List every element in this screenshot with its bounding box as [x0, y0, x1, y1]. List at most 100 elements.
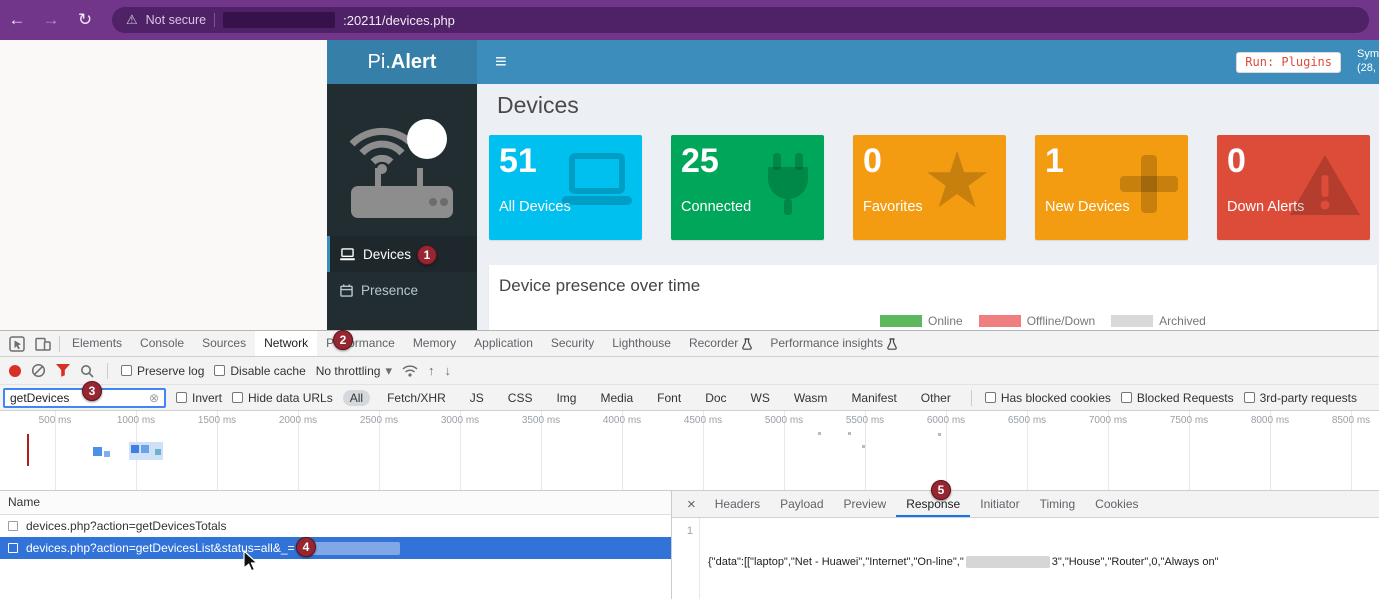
hide-data-urls-checkbox[interactable]: Hide data URLs [232, 391, 333, 405]
run-plugins-button[interactable]: Run: Plugins [1236, 52, 1341, 73]
checkbox-label: Blocked Requests [1137, 391, 1234, 405]
star-icon: ★ [922, 145, 992, 215]
tab-performance[interactable]: Performance [317, 331, 404, 356]
filter-pill-fetch-xhr[interactable]: Fetch/XHR [380, 390, 453, 406]
checkbox[interactable] [214, 365, 225, 376]
request-mark [93, 447, 102, 456]
filter-funnel-icon[interactable] [56, 364, 70, 377]
has-blocked-cookies-checkbox[interactable]: Has blocked cookies [985, 391, 1111, 405]
network-conditions-icon[interactable] [402, 365, 418, 377]
request-row-selected[interactable]: devices.php?action=getDevicesList&status… [0, 537, 671, 559]
detail-tab-headers[interactable]: Headers [705, 491, 770, 517]
filter-pill-manifest[interactable]: Manifest [844, 390, 903, 406]
tab-sources[interactable]: Sources [193, 331, 255, 356]
app-header: ≡ Run: Plugins Sym (28, [477, 40, 1379, 84]
request-mark [141, 445, 149, 453]
response-viewer[interactable]: 1 {"data":[["laptop","Net - Huawei","Int… [672, 518, 1379, 599]
filter-pill-font[interactable]: Font [650, 390, 688, 406]
tab-memory[interactable]: Memory [404, 331, 465, 356]
card-favorites[interactable]: 0 Favorites ★ [853, 135, 1006, 240]
clear-filter-icon[interactable]: ⊗ [149, 391, 159, 405]
tab-lighthouse[interactable]: Lighthouse [603, 331, 680, 356]
hamburger-menu-icon[interactable]: ≡ [495, 40, 507, 84]
detail-tab-timing[interactable]: Timing [1030, 491, 1086, 517]
tab-performance-insights[interactable]: Performance insights [761, 331, 906, 356]
tab-elements[interactable]: Elements [63, 331, 131, 356]
close-icon[interactable]: × [678, 496, 705, 513]
chevron-down-icon: ▾ [385, 363, 392, 379]
preserve-log-checkbox[interactable]: Preserve log [121, 364, 204, 378]
tab-network[interactable]: Network [255, 331, 317, 356]
detail-tab-cookies[interactable]: Cookies [1085, 491, 1148, 517]
checkbox[interactable] [985, 392, 996, 403]
app-content: Devices 51 All Devices 25 Connected [477, 84, 1379, 330]
timeline-tick-label: 8500 ms [1321, 415, 1379, 426]
legend-swatch-online [880, 315, 922, 327]
invert-checkbox[interactable]: Invert [176, 391, 222, 405]
throttling-select[interactable]: No throttling ▾ [316, 363, 392, 379]
detail-tab-preview[interactable]: Preview [834, 491, 897, 517]
app-logo[interactable]: Pi.Alert [327, 40, 477, 84]
timeline-tick-label: 6000 ms [916, 415, 976, 426]
clear-network-log-icon[interactable] [31, 363, 46, 378]
load-event-marker [27, 434, 29, 466]
page-title: Devices [497, 92, 579, 119]
card-connected[interactable]: 25 Connected [671, 135, 824, 240]
filter-pill-all[interactable]: All [343, 390, 370, 406]
filter-pill-img[interactable]: Img [549, 390, 583, 406]
request-row[interactable]: devices.php?action=getDevicesTotals [0, 515, 671, 537]
filter-pill-wasm[interactable]: Wasm [787, 390, 835, 406]
network-overview-timeline[interactable]: 500 ms 1000 ms 1500 ms 2000 ms 2500 ms 3… [0, 411, 1379, 491]
redacted-query-blob [305, 542, 400, 555]
security-label: Not secure [146, 13, 206, 27]
filter-pill-css[interactable]: CSS [501, 390, 540, 406]
tab-security[interactable]: Security [542, 331, 603, 356]
tab-application[interactable]: Application [465, 331, 542, 356]
checkbox[interactable] [1244, 392, 1255, 403]
third-party-requests-checkbox[interactable]: 3rd-party requests [1244, 391, 1357, 405]
record-network-log-icon[interactable] [9, 365, 21, 377]
blocked-requests-checkbox[interactable]: Blocked Requests [1121, 391, 1234, 405]
search-icon[interactable] [80, 364, 94, 378]
request-type-icon [8, 543, 18, 553]
checkbox[interactable] [232, 392, 243, 403]
forward-icon[interactable]: → [34, 10, 68, 30]
back-icon[interactable]: ← [0, 10, 34, 30]
experiment-flask-icon [742, 338, 752, 350]
card-label: New Devices [1045, 199, 1130, 215]
network-toolbar: Preserve log Disable cache No throttling… [0, 357, 1379, 385]
timeline-tick-label: 5500 ms [835, 415, 895, 426]
tab-console[interactable]: Console [131, 331, 193, 356]
export-har-icon[interactable]: ↓ [444, 363, 451, 378]
screenshot-root: ← → ↻ ⚠ Not secure :20211/devices.php Pi… [0, 0, 1379, 599]
device-toolbar-icon[interactable] [30, 337, 56, 351]
reload-icon[interactable]: ↻ [68, 10, 102, 30]
detail-tab-bar: × Headers Payload Preview Response Initi… [672, 491, 1379, 518]
inspect-element-icon[interactable] [4, 336, 30, 352]
detail-tab-payload[interactable]: Payload [770, 491, 833, 517]
request-mark [155, 449, 161, 455]
divider [107, 363, 108, 379]
card-all-devices[interactable]: 51 All Devices [489, 135, 642, 240]
filter-pill-js[interactable]: JS [463, 390, 491, 406]
checkbox[interactable] [121, 365, 132, 376]
filter-pill-doc[interactable]: Doc [698, 390, 733, 406]
card-down-alerts[interactable]: 0 Down Alerts [1217, 135, 1370, 240]
annotation-badge-5: 5 [931, 480, 951, 500]
timeline-tick-label: 7500 ms [1159, 415, 1219, 426]
column-header-name[interactable]: Name [0, 491, 671, 515]
checkbox[interactable] [1121, 392, 1132, 403]
address-bar[interactable]: ⚠ Not secure :20211/devices.php [112, 7, 1369, 33]
import-har-icon[interactable]: ↑ [428, 363, 435, 378]
filter-pill-ws[interactable]: WS [744, 390, 777, 406]
checkbox[interactable] [176, 392, 187, 403]
tab-recorder[interactable]: Recorder [680, 331, 761, 356]
redacted-host-blob [223, 12, 335, 28]
detail-tab-initiator[interactable]: Initiator [970, 491, 1029, 517]
sidebar-item-devices[interactable]: Devices [327, 236, 477, 272]
filter-pill-media[interactable]: Media [593, 390, 640, 406]
card-new-devices[interactable]: 1 New Devices [1035, 135, 1188, 240]
disable-cache-checkbox[interactable]: Disable cache [214, 364, 305, 378]
sidebar-item-presence[interactable]: Presence [327, 272, 477, 308]
filter-pill-other[interactable]: Other [914, 390, 958, 406]
